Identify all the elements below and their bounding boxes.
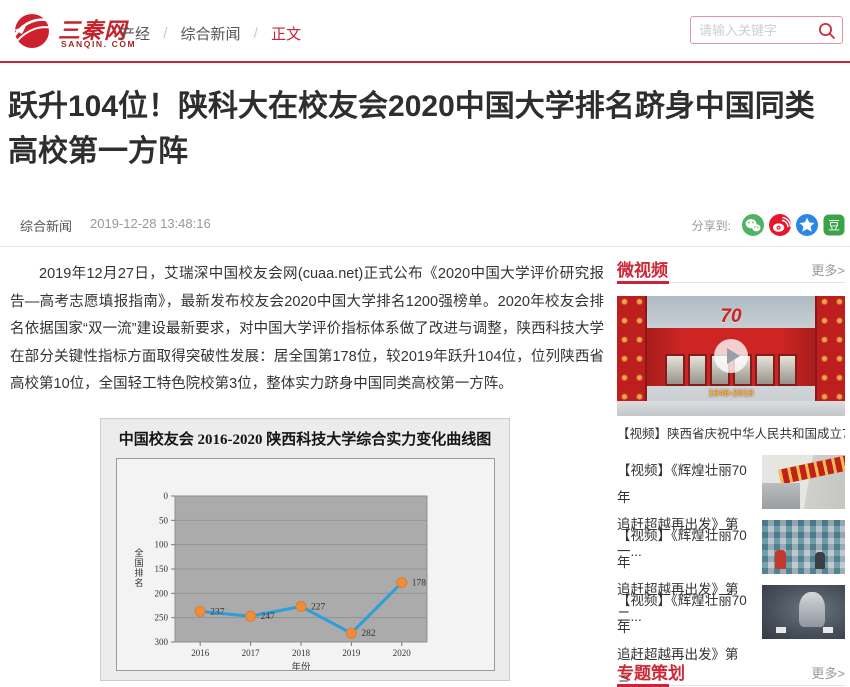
breadcrumb: 产经 / 综合新闻 / 正文 (120, 23, 301, 44)
section-title-weishipin: 微视频 (617, 256, 668, 281)
more-videos-link[interactable]: 更多> (811, 260, 845, 279)
section-title-zhuanticehua: 专题策划 (617, 659, 685, 684)
breadcrumb-item-current: 正文 (271, 26, 301, 43)
svg-text:237: 237 (210, 607, 225, 617)
plaque (823, 627, 833, 633)
wechat-share-icon[interactable] (742, 214, 764, 236)
svg-text:300: 300 (155, 637, 169, 647)
svg-text:年份: 年份 (291, 661, 311, 670)
search-input[interactable] (699, 18, 814, 42)
douban-share-icon[interactable]: 豆 (823, 214, 845, 236)
person-figure (775, 550, 786, 569)
sanqin-logo-icon (12, 10, 54, 52)
svg-text:豆: 豆 (828, 219, 840, 233)
svg-text:247: 247 (261, 612, 276, 622)
article-category: 综合新闻 (20, 216, 72, 235)
sidebar-section-topics-header: 专题策划 更多> (617, 659, 845, 685)
video-thumbnail[interactable] (762, 585, 845, 639)
section-underline (617, 281, 669, 284)
svg-text:282: 282 (361, 629, 376, 639)
news-article-page: 三秦网 SANQIN. COM 产经 / 综合新闻 / 正文 跃升104位！陕科… (0, 0, 850, 687)
svg-text:排: 排 (134, 567, 143, 578)
plaque (776, 627, 786, 633)
video-thumbnail[interactable] (762, 455, 845, 509)
video-list-item: 【视频】《辉煌壮丽70年 追赶超越再出发》第一... (617, 454, 845, 510)
ranking-chart-image: 中国校友会 2016-2020 陕西科技大学综合实力变化曲线图 0 50 100 15… (100, 418, 510, 681)
breadcrumb-item-zonghexinwen[interactable]: 综合新闻 (181, 26, 241, 43)
svg-text:2017: 2017 (242, 648, 261, 658)
svg-text:2018: 2018 (292, 648, 311, 658)
video-thumbnail[interactable] (762, 520, 845, 574)
chart-title: 中国校友会 2016-2020 陕西科技大学综合实力变化曲线图 (101, 428, 509, 449)
svg-text:178: 178 (412, 579, 427, 589)
svg-text:2019: 2019 (342, 648, 361, 658)
svg-text:名: 名 (134, 577, 143, 588)
search-box (690, 16, 843, 44)
article-meta: 综合新闻 2019-12-28 13:48:16 分享到: (0, 212, 850, 238)
video-list-item: 【视频】《辉煌壮丽70年 追赶超越再出发》第二... (617, 519, 845, 575)
main-video-thumbnail[interactable]: 70 1949-2019 (617, 296, 845, 416)
breadcrumb-separator: / (245, 25, 267, 42)
search-icon[interactable] (817, 21, 837, 41)
chart-plot-area: 0 50 100 150 200 250 300 2016 2017 2018 2019 2020 年份… (116, 458, 495, 671)
svg-text:2016: 2016 (191, 648, 210, 658)
more-topics-link[interactable]: 更多> (811, 663, 845, 682)
header-divider (0, 61, 850, 63)
article-date: 2019-12-28 13:48:16 (90, 216, 211, 231)
svg-text:227: 227 (311, 602, 326, 612)
weibo-share-icon[interactable] (769, 214, 791, 236)
svg-text:国: 国 (134, 558, 143, 568)
svg-text:100: 100 (155, 540, 169, 550)
svg-text:250: 250 (155, 613, 169, 623)
svg-text:150: 150 (155, 564, 169, 574)
main-video-caption[interactable]: 【视频】陕西省庆祝中华人民共和国成立70周... (617, 423, 845, 442)
floor (617, 401, 845, 416)
page-title: 跃升104位！陕科大在校友会2020中国大学排名跻身中国同类高校第一方阵 (8, 84, 844, 174)
person-figure (815, 552, 825, 569)
meta-divider (0, 246, 850, 247)
breadcrumb-separator: / (154, 25, 176, 42)
play-icon[interactable] (714, 339, 748, 373)
video-list-item: 【视频】《辉煌壮丽70年 追赶超越再出发》第三... (617, 584, 845, 640)
sanqin-logo[interactable]: 三秦网 SANQIN. COM (12, 7, 122, 57)
svg-text:50: 50 (159, 515, 169, 525)
breadcrumb-item-chanjing[interactable]: 产经 (120, 26, 150, 43)
anniversary-70-badge: 70 (720, 306, 741, 328)
statue-figure (799, 592, 825, 627)
anniversary-years-text: 1949-2019 (617, 388, 845, 399)
svg-text:200: 200 (155, 588, 169, 598)
share-bar: 分享到: 豆 (692, 212, 845, 238)
article-body: 2019年12月27日，艾瑞深中国校友会网(cuaa.net)正式公布《2020… (10, 261, 604, 399)
svg-text:全: 全 (134, 547, 143, 558)
qzone-share-icon[interactable] (796, 214, 818, 236)
sidebar-section-videos-header: 微视频 更多> (617, 256, 845, 282)
svg-text:0: 0 (164, 491, 169, 501)
svg-text:2020: 2020 (393, 648, 412, 658)
share-label: 分享到: (692, 217, 731, 234)
